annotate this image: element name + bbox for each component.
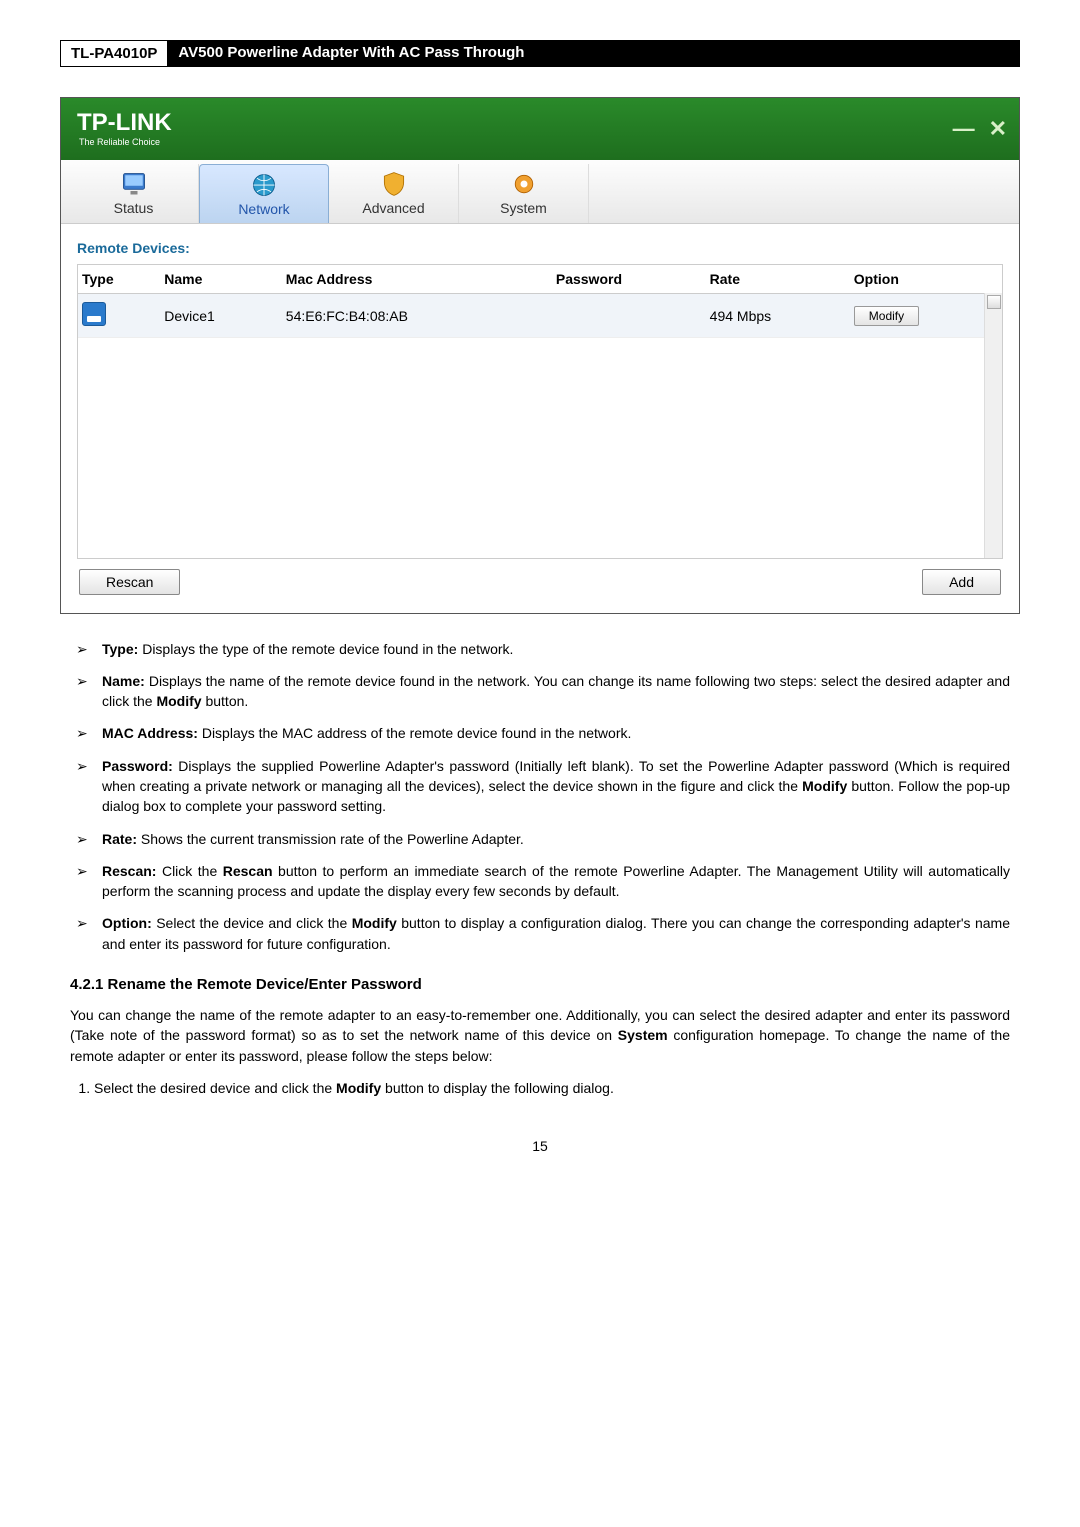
desc-rate: Rate: Shows the current transmission rat… <box>70 829 1010 849</box>
tab-system-label: System <box>500 200 547 216</box>
scroll-up-icon[interactable] <box>987 295 1001 309</box>
tab-advanced-label: Advanced <box>362 200 424 216</box>
modify-button[interactable]: Modify <box>854 306 919 326</box>
globe-icon <box>250 171 278 199</box>
col-name: Name <box>160 265 282 294</box>
col-option: Option <box>850 265 1002 294</box>
doc-header: TL-PA4010P AV500 Powerline Adapter With … <box>60 40 1020 67</box>
scrollbar[interactable] <box>984 293 1002 558</box>
section-title: Remote Devices: <box>77 240 1003 256</box>
window-controls: — ✕ <box>949 116 1011 142</box>
logo-text: TP-LINK <box>69 109 172 136</box>
cell-option: Modify <box>850 294 1002 338</box>
col-type: Type <box>78 265 160 294</box>
logo-tagline: The Reliable Choice <box>69 137 172 147</box>
desc-mac: MAC Address: Displays the MAC address of… <box>70 723 1010 743</box>
tab-status[interactable]: Status <box>69 164 199 223</box>
table-header-row: Type Name Mac Address Password Rate Opti… <box>78 265 1002 294</box>
description-list: Type: Displays the type of the remote de… <box>60 639 1020 955</box>
app-window: TP-LINK The Reliable Choice — ✕ Status N… <box>60 97 1020 614</box>
add-button[interactable]: Add <box>922 569 1001 595</box>
desc-option: Option: Select the device and click the … <box>70 913 1010 954</box>
col-mac: Mac Address <box>282 265 552 294</box>
doc-model: TL-PA4010P <box>60 40 168 67</box>
cell-name: Device1 <box>160 294 282 338</box>
desc-type: Type: Displays the type of the remote de… <box>70 639 1010 659</box>
device-icon <box>82 302 106 326</box>
app-body: Remote Devices: Type Name Mac Address Pa… <box>61 224 1019 613</box>
monitor-icon <box>120 170 148 198</box>
col-rate: Rate <box>706 265 850 294</box>
gear-icon <box>510 170 538 198</box>
bottom-buttons: Rescan Add <box>77 559 1003 599</box>
section-421-para: You can change the name of the remote ad… <box>60 1005 1020 1066</box>
step-1: Select the desired device and click the … <box>94 1078 1010 1098</box>
table-row[interactable]: Device1 54:E6:FC:B4:08:AB 494 Mbps Modif… <box>78 294 1002 338</box>
cell-password <box>552 294 706 338</box>
cell-mac: 54:E6:FC:B4:08:AB <box>282 294 552 338</box>
col-password: Password <box>552 265 706 294</box>
desc-password: Password: Displays the supplied Powerlin… <box>70 756 1010 817</box>
cell-type <box>78 294 160 338</box>
titlebar: TP-LINK The Reliable Choice — ✕ <box>61 98 1019 160</box>
device-table: Type Name Mac Address Password Rate Opti… <box>77 264 1003 559</box>
table-empty-space <box>78 338 1002 558</box>
logo-block: TP-LINK The Reliable Choice <box>69 111 172 147</box>
doc-title: AV500 Powerline Adapter With AC Pass Thr… <box>168 40 1020 67</box>
shield-icon <box>380 170 408 198</box>
steps-list: Select the desired device and click the … <box>60 1078 1020 1098</box>
tab-status-label: Status <box>114 200 154 216</box>
rescan-button[interactable]: Rescan <box>79 569 180 595</box>
section-421-heading: 4.2.1 Rename the Remote Device/Enter Pas… <box>70 976 1010 993</box>
tab-advanced[interactable]: Advanced <box>329 164 459 223</box>
tab-network-label: Network <box>238 201 289 217</box>
page-number: 15 <box>60 1138 1020 1154</box>
desc-rescan: Rescan: Click the Rescan button to perfo… <box>70 861 1010 902</box>
tab-system[interactable]: System <box>459 164 589 223</box>
tabs: Status Network Advanced System <box>61 160 1019 224</box>
minimize-icon[interactable]: — <box>949 116 979 142</box>
desc-name: Name: Displays the name of the remote de… <box>70 671 1010 712</box>
close-icon[interactable]: ✕ <box>985 116 1011 142</box>
tab-network[interactable]: Network <box>199 164 329 223</box>
cell-rate: 494 Mbps <box>706 294 850 338</box>
